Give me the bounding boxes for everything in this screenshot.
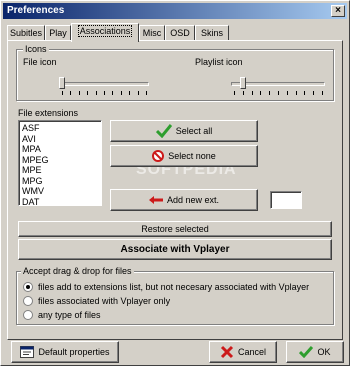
associations-panel: Icons File icon Playlist icon File exten… bbox=[7, 40, 343, 340]
radio-button[interactable] bbox=[23, 282, 33, 292]
slider-tick bbox=[296, 91, 297, 95]
list-item[interactable]: MPEG bbox=[22, 155, 98, 166]
list-item[interactable]: DAT bbox=[22, 197, 98, 206]
drag-drop-option-extensions[interactable]: files add to extensions list, but not ne… bbox=[23, 281, 309, 293]
drag-drop-group: Accept drag & drop for files files add t… bbox=[16, 266, 334, 325]
slider-tick bbox=[62, 91, 63, 95]
tab-associations[interactable]: Associations bbox=[71, 23, 139, 42]
slider-tick bbox=[260, 91, 261, 95]
add-new-ext-button[interactable]: Add new ext. bbox=[110, 189, 258, 211]
arrow-left-icon bbox=[148, 196, 163, 204]
close-icon bbox=[220, 345, 234, 359]
close-button[interactable]: × bbox=[331, 5, 345, 17]
slider-tick bbox=[304, 91, 305, 95]
playlist-icon-label: Playlist icon bbox=[195, 57, 243, 67]
list-item[interactable]: MPA bbox=[22, 144, 98, 155]
slider-tick bbox=[243, 91, 244, 95]
slider-tick bbox=[70, 91, 71, 95]
file-icon-slider[interactable] bbox=[59, 76, 149, 98]
cancel-button[interactable]: Cancel bbox=[209, 341, 277, 363]
properties-icon bbox=[20, 346, 35, 358]
tab-subtitles[interactable]: Subitles bbox=[7, 25, 45, 41]
slider-tick bbox=[322, 91, 323, 95]
icons-group: Icons File icon Playlist icon bbox=[16, 44, 334, 101]
title-bar: Preferences × bbox=[3, 3, 347, 19]
slider-tick bbox=[287, 91, 288, 95]
select-all-button[interactable]: Select all bbox=[110, 120, 258, 142]
slider-tick bbox=[112, 91, 113, 95]
restore-selected-button[interactable]: Restore selected bbox=[18, 221, 332, 237]
file-icon-slider-track bbox=[59, 82, 149, 86]
icons-group-title: Icons bbox=[23, 44, 49, 54]
no-entry-icon bbox=[152, 150, 165, 162]
slider-tick bbox=[146, 91, 147, 95]
slider-tick bbox=[313, 91, 314, 95]
ok-button[interactable]: OK bbox=[286, 341, 344, 363]
slider-tick bbox=[79, 91, 80, 95]
window-title: Preferences bbox=[7, 5, 65, 16]
default-properties-button[interactable]: Default properties bbox=[11, 341, 119, 363]
checkmark-icon bbox=[299, 346, 314, 358]
file-extensions-label: File extensions bbox=[18, 108, 79, 118]
slider-tick bbox=[104, 91, 105, 95]
drag-drop-option-associated[interactable]: files associated with Vplayer only bbox=[23, 295, 170, 307]
slider-tick bbox=[96, 91, 97, 95]
slider-tick bbox=[278, 91, 279, 95]
list-item[interactable]: ASF bbox=[22, 123, 98, 134]
list-item[interactable]: AVI bbox=[22, 134, 98, 145]
file-extensions-list[interactable]: ASF AVI MPA MPEG MPE MPG WMV DAT bbox=[18, 120, 102, 206]
tab-skins[interactable]: Skins bbox=[195, 25, 229, 41]
list-item[interactable]: MPG bbox=[22, 176, 98, 187]
file-icon-label: File icon bbox=[23, 57, 57, 67]
radio-button[interactable] bbox=[23, 296, 33, 306]
slider-tick bbox=[234, 91, 235, 95]
file-icon-slider-thumb[interactable] bbox=[59, 77, 65, 89]
preferences-window: Preferences × Subitles Play Associations… bbox=[0, 0, 350, 366]
slider-tick bbox=[129, 91, 130, 95]
drag-drop-option-any[interactable]: any type of files bbox=[23, 309, 101, 321]
slider-tick bbox=[252, 91, 253, 95]
tab-osd[interactable]: OSD bbox=[165, 25, 195, 41]
checkmark-icon bbox=[155, 124, 172, 138]
list-item[interactable]: WMV bbox=[22, 186, 98, 197]
select-none-button[interactable]: Select none bbox=[110, 145, 258, 167]
drag-drop-group-title: Accept drag & drop for files bbox=[21, 266, 134, 276]
tab-play[interactable]: Play bbox=[45, 25, 71, 41]
list-item[interactable]: MPE bbox=[22, 165, 98, 176]
associate-button[interactable]: Associate with Vplayer bbox=[18, 239, 332, 260]
tab-misc[interactable]: Misc bbox=[139, 25, 165, 41]
radio-button[interactable] bbox=[23, 310, 33, 320]
slider-tick bbox=[87, 91, 88, 95]
slider-tick bbox=[121, 91, 122, 95]
slider-tick bbox=[269, 91, 270, 95]
slider-tick bbox=[138, 91, 139, 95]
playlist-icon-slider[interactable] bbox=[231, 76, 325, 98]
new-extension-input[interactable] bbox=[270, 191, 302, 209]
playlist-icon-slider-thumb[interactable] bbox=[240, 77, 246, 89]
